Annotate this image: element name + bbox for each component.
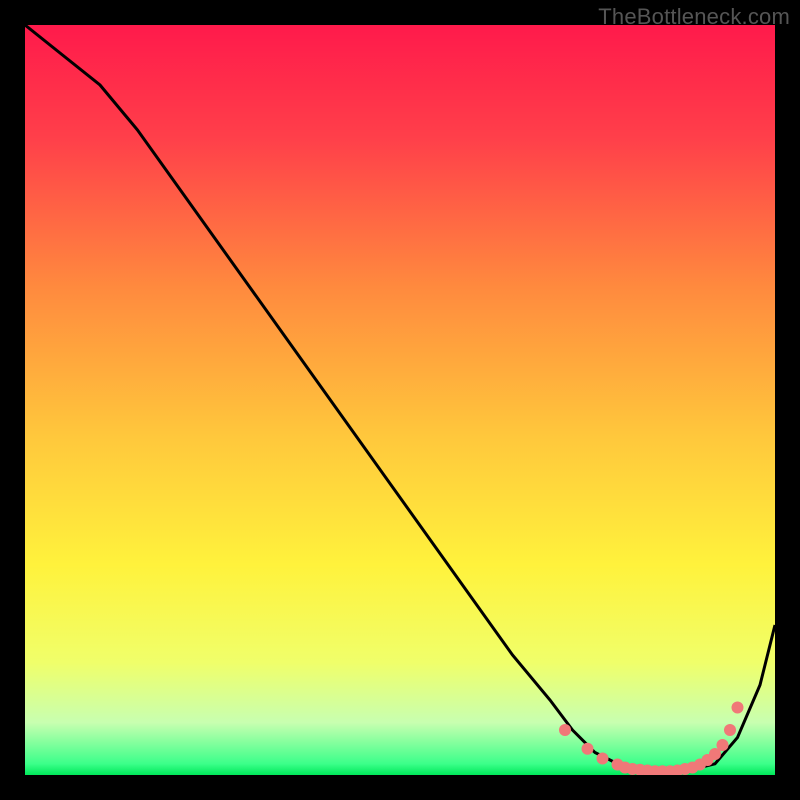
marker-dot (724, 724, 736, 736)
marker-dot (559, 724, 571, 736)
marker-dot (732, 702, 744, 714)
marker-dot (717, 739, 729, 751)
marker-dot (597, 753, 609, 765)
watermark-text: TheBottleneck.com (598, 4, 790, 30)
chart-canvas (25, 25, 775, 775)
heatmap-background (25, 25, 775, 775)
marker-dot (582, 743, 594, 755)
